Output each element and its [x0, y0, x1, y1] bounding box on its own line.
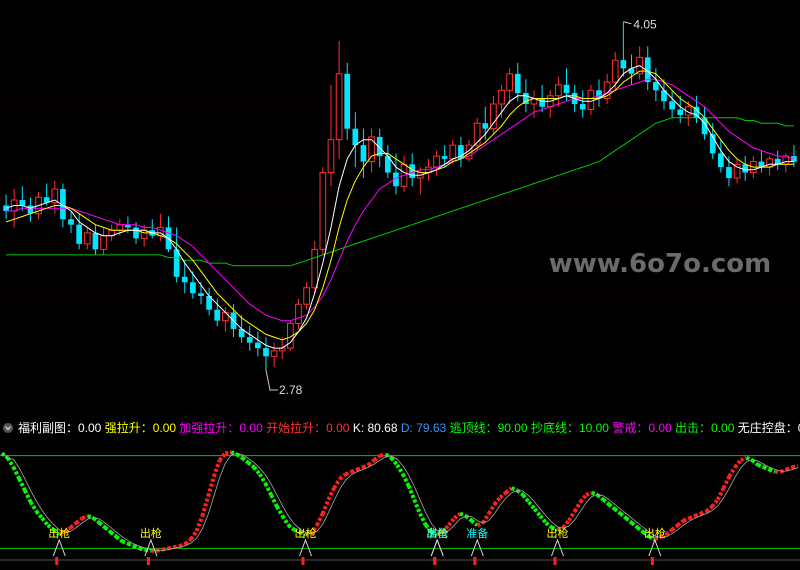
candle-body: [68, 219, 74, 225]
legend-item: 警戒：0.00: [612, 420, 675, 435]
candle-body: [319, 172, 327, 250]
candle-body: [181, 276, 188, 283]
signal-label: 出枪: [140, 526, 162, 540]
signal-bar: [433, 557, 437, 565]
candle-body: [441, 156, 448, 159]
signal-label: 准备: [466, 526, 488, 540]
candle-body: [368, 136, 375, 163]
legend-item: 出击：0.00: [675, 421, 738, 435]
candle-body: [214, 309, 221, 321]
signal-label: 出枪: [546, 526, 568, 540]
candle-body: [733, 163, 741, 179]
legend-item: 加强拉升：0.00: [179, 420, 266, 435]
candle-body: [514, 73, 521, 94]
candle-body: [311, 248, 319, 289]
candle-body: [344, 73, 351, 129]
legend-item: 抄底线：10.00: [531, 420, 612, 435]
candle-body: [198, 293, 204, 296]
signal-label: 准备: [426, 526, 448, 540]
candle-body: [222, 311, 229, 322]
stock-chart[interactable]: www.6o7o.com 4.05 2.78 福利副图：0.00 强拉升：0.00…: [0, 0, 800, 570]
candle-body: [116, 224, 124, 231]
chart-background: [0, 0, 800, 570]
candle-body: [498, 89, 505, 105]
candle-body: [669, 101, 675, 110]
candle-body: [555, 84, 562, 97]
candle-body: [742, 164, 749, 173]
candle-body: [433, 155, 440, 168]
candle-body: [563, 84, 570, 94]
candle-body: [490, 103, 497, 130]
collapse-icon[interactable]: [3, 423, 13, 433]
signal-bar: [146, 557, 150, 565]
candle-body: [611, 59, 619, 83]
candle-body: [140, 229, 148, 239]
signal-bar: [553, 557, 557, 565]
candle-body: [539, 98, 545, 107]
legend-item: K: 80.68: [353, 421, 401, 435]
candle-body: [255, 342, 261, 349]
candle-body: [190, 282, 196, 294]
watermark-text: www.6o7o.com: [549, 249, 771, 279]
low-label: 2.78: [279, 383, 303, 397]
sub-indicator-legend: 福利副图：0.00 强拉升：0.00 加强拉升：0.00 开始拉升：0.00 K…: [3, 420, 800, 435]
candle-body: [653, 82, 659, 91]
legend-item: 开始拉升：0.00: [266, 420, 353, 435]
legend-item: D: 79.63: [401, 421, 450, 435]
candle-body: [100, 235, 107, 250]
candle-body: [587, 89, 595, 110]
signal-label: 出枪: [48, 526, 70, 540]
legend-item: 逃顶线：90.00: [450, 421, 531, 435]
candle-body: [133, 227, 139, 239]
candle-body: [263, 348, 269, 357]
candle-body: [677, 109, 684, 115]
candle-body: [449, 144, 457, 160]
candle-body: [717, 153, 724, 168]
candle-body: [726, 167, 732, 179]
candle-body: [482, 123, 489, 129]
candle-body: [83, 232, 91, 245]
signal-label: 出枪: [644, 526, 666, 540]
candle-body: [782, 155, 790, 165]
candle-body: [360, 145, 367, 162]
candle-body: [620, 60, 627, 69]
signal-bar: [301, 557, 305, 565]
signal-bar: [650, 557, 654, 565]
candle-body: [791, 156, 797, 162]
legend-item: 福利副图：0.00: [18, 420, 105, 435]
legend-line: 福利副图：0.00 强拉升：0.00 加强拉升：0.00 开始拉升：0.00 K…: [18, 420, 800, 435]
candle-body: [409, 164, 416, 179]
high-label: 4.05: [633, 18, 657, 32]
signal-bar: [55, 557, 59, 565]
candle-body: [76, 224, 83, 244]
candle-body: [27, 205, 34, 214]
candle-body: [506, 73, 513, 91]
candle-body: [246, 337, 253, 343]
candle-body: [295, 303, 302, 324]
legend-item: 无庄控盘：0.0: [738, 420, 800, 435]
candle-body: [335, 73, 343, 141]
candle-body: [327, 139, 335, 174]
signal-bar: [473, 557, 477, 565]
legend-item: 强拉升：0.00: [105, 420, 180, 435]
candle-body: [766, 158, 773, 168]
candle-body: [303, 287, 310, 305]
candle-body: [3, 205, 9, 211]
signal-label: 出枪: [295, 526, 317, 540]
candle-body: [352, 128, 359, 146]
candle-body: [579, 104, 586, 110]
candle-body: [270, 350, 278, 357]
candle-body: [19, 200, 26, 206]
candle-body: [92, 232, 99, 250]
